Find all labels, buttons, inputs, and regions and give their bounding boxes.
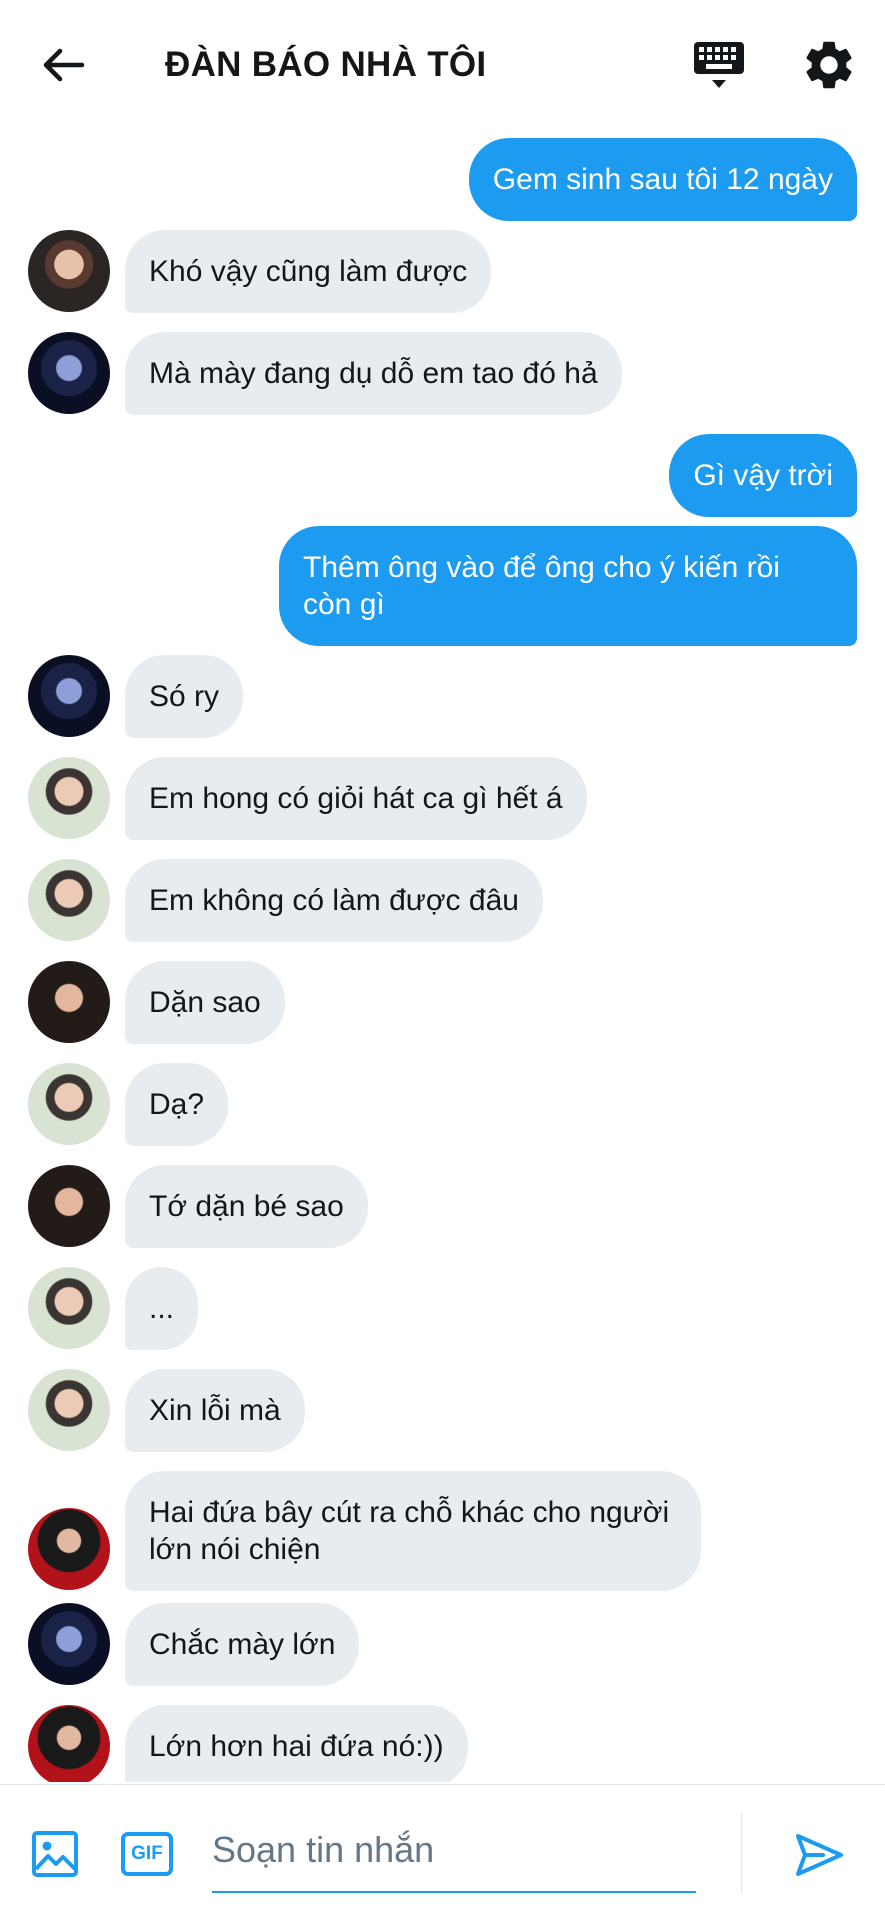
avatar[interactable] [28,1063,110,1145]
incoming-message-bubble[interactable]: Khó vậy cũng làm được [125,230,492,313]
incoming-message-bubble[interactable]: Em hong có giỏi hát ca gì hết á [125,757,587,840]
avatar[interactable] [28,1705,110,1782]
attach-image-button[interactable] [30,1829,80,1879]
keyboard-button[interactable] [690,36,748,94]
avatar[interactable] [28,1267,110,1349]
send-button[interactable] [793,1829,845,1881]
incoming-message-bubble[interactable]: Lớn hơn hai đứa nó:)) [125,1705,468,1782]
incoming-message-bubble[interactable]: Chắc mày lớn [125,1603,360,1686]
outgoing-message-bubble[interactable]: Gem sinh sau tôi 12 ngày [468,138,857,221]
avatar[interactable] [28,1603,110,1685]
incoming-message-bubble[interactable]: Só ry [125,655,244,738]
avatar[interactable] [28,757,110,839]
gif-label: GIF [131,1843,163,1864]
conversation-header: ĐÀN BÁO NHÀ TÔI [0,0,885,128]
outgoing-message-bubble[interactable]: Gì vậy trời [669,434,857,517]
incoming-message-bubble[interactable]: Dạ? [125,1063,229,1146]
conversation-title: ĐÀN BÁO NHÀ TÔI [165,45,487,84]
avatar[interactable] [28,1165,110,1247]
avatar[interactable] [28,655,110,737]
incoming-message-bubble[interactable]: Dặn sao [125,961,285,1044]
avatar[interactable] [28,332,110,414]
incoming-message-bubble[interactable]: Em không có làm được đâu [125,859,543,942]
message-input[interactable] [212,1809,696,1893]
settings-button[interactable] [800,36,858,94]
incoming-message-bubble[interactable]: Xin lỗi mà [125,1369,305,1452]
incoming-message-bubble[interactable]: Tớ dặn bé sao [125,1165,368,1248]
image-icon [32,1831,78,1877]
gear-icon [806,41,852,89]
avatar[interactable] [28,961,110,1043]
avatar[interactable] [28,859,110,941]
composer-divider [741,1813,742,1893]
incoming-message-bubble[interactable]: ... [125,1267,199,1350]
arrow-left-icon [43,48,85,82]
back-button[interactable] [38,40,88,90]
keyboard-icon [694,42,744,88]
gif-button[interactable]: GIF [120,1829,174,1879]
message-list[interactable]: Gem sinh sau tôi 12 ngày Khó vậy cũng là… [0,128,885,1782]
outgoing-message-bubble[interactable]: Thêm ông vào để ông cho ý kiến rồi còn g… [279,526,857,646]
send-icon [796,1834,843,1876]
avatar[interactable] [28,1369,110,1451]
avatar[interactable] [28,230,110,312]
message-composer: GIF [0,1784,885,1921]
avatar[interactable] [28,1508,110,1590]
incoming-message-bubble[interactable]: Hai đứa bây cút ra chỗ khác cho người lớ… [125,1471,701,1591]
incoming-message-bubble[interactable]: Mà mày đang dụ dỗ em tao đó hả [125,332,622,415]
